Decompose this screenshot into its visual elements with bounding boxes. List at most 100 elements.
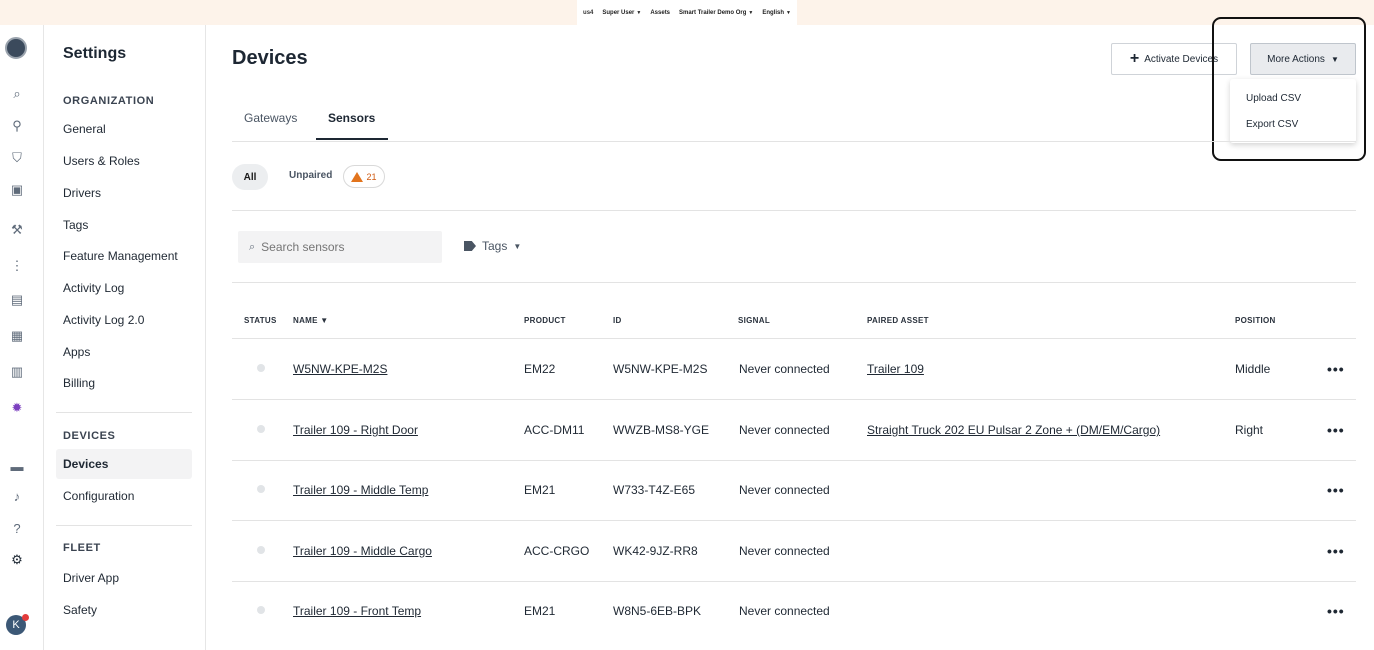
column-id: ID: [613, 316, 622, 325]
wrench-icon[interactable]: ⚒: [7, 221, 27, 239]
sidebar-item-drivers[interactable]: Drivers: [63, 186, 101, 200]
top-bar: us4 Super User ▼ Assets Smart Trailer Dem…: [0, 0, 1374, 25]
fleet-heading: FLEET: [63, 542, 101, 554]
sensor-name-link[interactable]: Trailer 109 - Middle Temp: [293, 460, 428, 520]
table-row: Trailer 109 - Right Door ACC-DM11 WWZB-M…: [232, 400, 1356, 460]
column-paired-asset: PAIRED ASSET: [867, 316, 929, 325]
filter-unpaired-chip[interactable]: Unpaired: [289, 170, 332, 181]
row-menu-icon[interactable]: •••: [1327, 521, 1345, 581]
tags-filter[interactable]: Tags ▼: [464, 239, 521, 253]
activate-devices-label: Activate Devices: [1144, 53, 1219, 65]
warning-icon: [351, 171, 364, 182]
chevron-down-icon: ▼: [748, 9, 754, 16]
position-cell: Right: [1235, 423, 1264, 437]
search-box[interactable]: ⌕: [238, 231, 442, 263]
notification-dot: [22, 614, 29, 621]
search-icon[interactable]: ⌕: [7, 85, 27, 103]
region-label: us4: [583, 9, 594, 16]
sidebar-item-driver-app[interactable]: Driver App: [63, 571, 119, 585]
table-row: W5NW-KPE-M2S EM22 W5NW-KPE-M2S Never con…: [232, 339, 1356, 399]
signal-cell: Never connected: [739, 483, 830, 497]
devices-heading: DEVICES: [63, 430, 116, 442]
search-icon: ⌕: [249, 240, 256, 253]
org-menu[interactable]: Smart Trailer Demo Org ▼: [679, 10, 753, 16]
sidebar-item-general[interactable]: General: [63, 122, 106, 136]
bar-chart-icon[interactable]: ▥: [7, 363, 27, 381]
fuel-icon[interactable]: ▤: [7, 291, 27, 309]
bell-icon[interactable]: ♪: [7, 487, 27, 505]
sidebar-item-feature-management[interactable]: Feature Management: [63, 249, 178, 263]
chevron-down-icon: ▼: [636, 9, 642, 16]
status-dot: [257, 546, 265, 554]
table-row: Trailer 109 - Middle Cargo ACC-CRGO WK42…: [232, 521, 1356, 581]
sidebar-item-configuration[interactable]: Configuration: [63, 489, 134, 503]
filter-all-chip[interactable]: All: [232, 164, 268, 190]
table-row: Trailer 109 - Middle Temp EM21 W733-T4Z-…: [232, 460, 1356, 520]
row-menu-icon[interactable]: •••: [1327, 460, 1345, 520]
row-menu-icon[interactable]: •••: [1327, 339, 1345, 399]
message-icon[interactable]: ▬: [7, 457, 27, 475]
tab-gateways[interactable]: Gateways: [244, 111, 297, 125]
sidebar-item-billing[interactable]: Billing: [63, 376, 95, 390]
status-dot: [257, 364, 265, 372]
logo-icon[interactable]: [5, 37, 27, 59]
sidebar-item-activity-log-2[interactable]: Activity Log 2.0: [63, 313, 144, 327]
sidebar-item-apps[interactable]: Apps: [63, 345, 90, 359]
tags-filter-label: Tags: [482, 239, 508, 253]
product-cell: EM21: [524, 604, 556, 618]
row-menu-icon[interactable]: •••: [1327, 581, 1345, 641]
gear-icon[interactable]: ⚙: [7, 551, 27, 569]
user-menu-label: Super User: [602, 9, 635, 16]
sidebar-item-tags[interactable]: Tags: [63, 218, 88, 232]
route-icon[interactable]: ⋮: [7, 257, 27, 275]
sidebar-item-devices[interactable]: Devices: [56, 449, 192, 479]
id-cell: WK42-9JZ-RR8: [613, 544, 698, 558]
assets-link[interactable]: Assets: [650, 10, 670, 16]
bug-icon[interactable]: ✹: [7, 399, 27, 417]
signal-cell: Never connected: [739, 604, 830, 618]
sensor-name-link[interactable]: W5NW-KPE-M2S: [293, 339, 387, 399]
sidebar-item-users-roles[interactable]: Users & Roles: [63, 154, 140, 168]
chevron-down-icon: ▼: [786, 9, 791, 16]
help-icon[interactable]: ?: [7, 519, 27, 537]
document-icon[interactable]: ▦: [7, 327, 27, 345]
sensor-name-link[interactable]: Trailer 109 - Middle Cargo: [293, 521, 432, 581]
search-input[interactable]: [261, 240, 432, 254]
org-menu-label: Smart Trailer Demo Org: [679, 9, 747, 16]
map-pin-icon[interactable]: ⚲: [7, 117, 27, 135]
row-menu-icon[interactable]: •••: [1327, 400, 1345, 460]
language-menu[interactable]: English ▼: [762, 10, 791, 16]
search-divider: [232, 282, 1356, 283]
sidebar-divider: [56, 525, 192, 526]
product-cell: ACC-DM11: [524, 423, 585, 437]
clipboard-icon[interactable]: ▣: [7, 181, 27, 199]
table-row: Trailer 109 - Front Temp EM21 W8N5-6EB-B…: [232, 581, 1356, 641]
status-dot: [257, 485, 265, 493]
unpaired-count-badge[interactable]: 21: [343, 165, 385, 188]
product-cell: EM22: [524, 362, 556, 376]
column-name[interactable]: NAME ▼: [293, 316, 329, 325]
plus-icon: +: [1129, 50, 1140, 67]
paired-asset-link[interactable]: Straight Truck 202 EU Pulsar 2 Zone + (D…: [867, 400, 1160, 460]
status-dot: [257, 425, 265, 433]
column-status: STATUS: [244, 316, 277, 325]
organization-heading: ORGANIZATION: [63, 95, 155, 107]
paired-asset-link[interactable]: Trailer 109: [867, 339, 924, 399]
id-cell: W8N5-6EB-BPK: [613, 604, 702, 618]
signal-cell: Never connected: [739, 362, 830, 376]
tab-sensors[interactable]: Sensors: [328, 111, 375, 125]
sidebar-divider: [56, 412, 192, 413]
chevron-down-icon: ▼: [513, 241, 522, 251]
id-cell: W5NW-KPE-M2S: [613, 362, 708, 376]
user-menu[interactable]: Super User ▼: [602, 10, 641, 16]
sensor-name-link[interactable]: Trailer 109 - Front Temp: [293, 581, 421, 641]
active-tab-indicator: [316, 138, 388, 140]
sidebar-item-activity-log[interactable]: Activity Log: [63, 281, 124, 295]
unpaired-count: 21: [366, 171, 377, 182]
shield-icon[interactable]: ⛉: [7, 149, 27, 167]
product-cell: ACC-CRGO: [524, 544, 590, 558]
page-title: Devices: [232, 47, 308, 69]
sidebar-item-safety[interactable]: Safety: [63, 603, 97, 617]
sensor-name-link[interactable]: Trailer 109 - Right Door: [293, 400, 418, 460]
settings-sidebar: Settings ORGANIZATION General Users & Ro…: [44, 25, 206, 650]
